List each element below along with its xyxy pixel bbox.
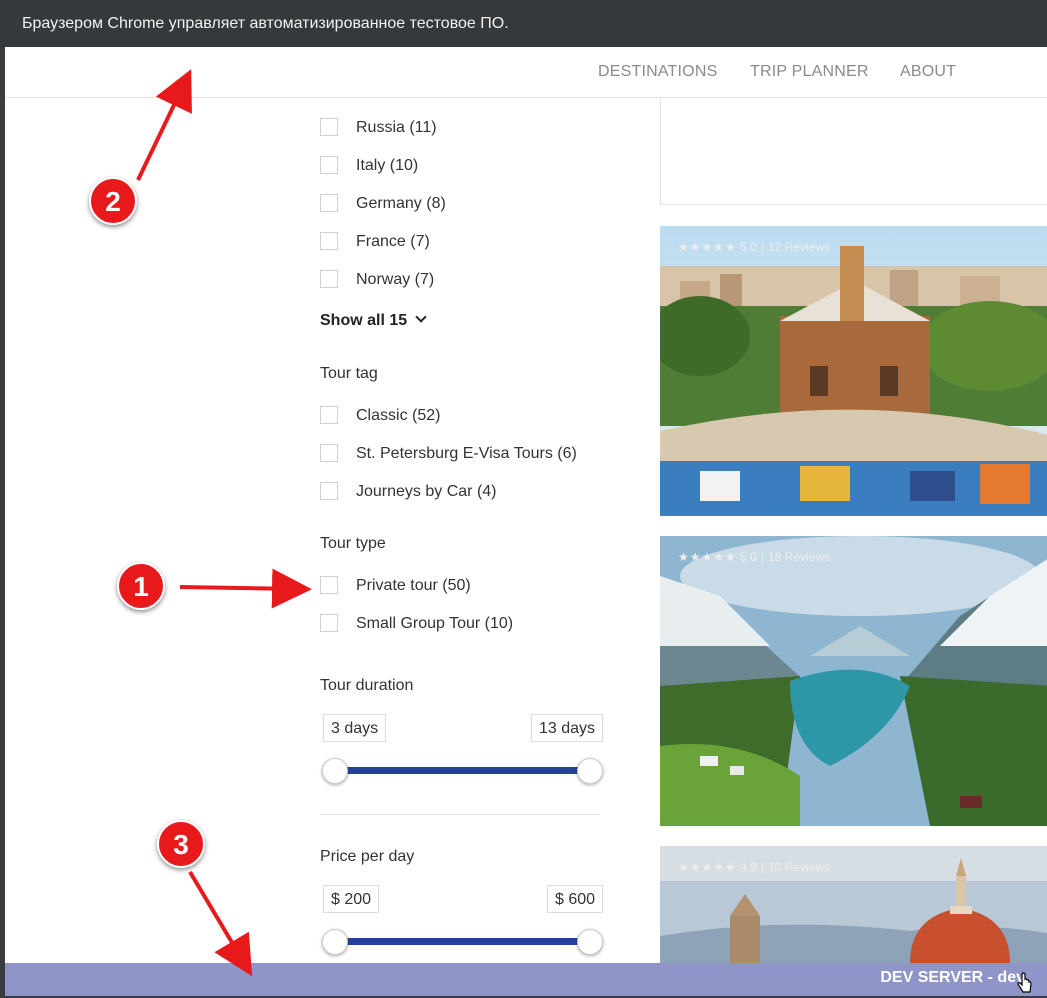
annotation-badge-2: 2 [89, 177, 137, 225]
annotation-arrow-2 [136, 69, 192, 181]
annotation-arrow-3 [188, 870, 253, 977]
annotation-badge-1: 1 [117, 562, 165, 610]
annotation-badge-3: 3 [157, 820, 205, 868]
annotation-arrow-1 [179, 568, 312, 609]
